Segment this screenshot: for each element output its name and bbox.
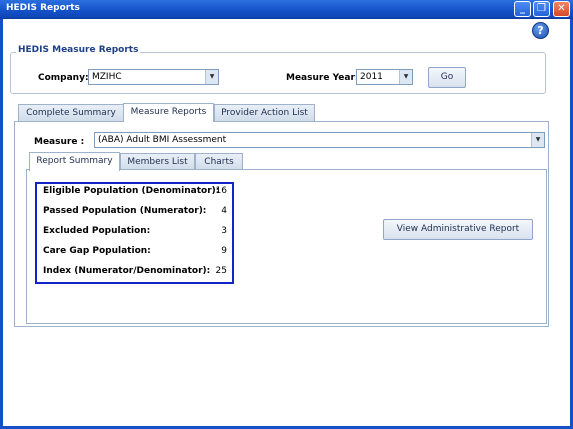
tab-report-summary[interactable]: Report Summary xyxy=(29,152,120,171)
excluded-population-value: 3 xyxy=(221,226,227,236)
view-administrative-report-button[interactable]: View Administrative Report xyxy=(383,219,533,240)
window-titlebar: HEDIS Reports _ ❐ ✕ xyxy=(0,0,573,19)
close-icon: ✕ xyxy=(557,3,566,14)
tab-measure-reports[interactable]: Measure Reports xyxy=(123,103,214,122)
passed-population-value: 4 xyxy=(221,206,227,216)
help-icon[interactable]: ? xyxy=(532,22,549,39)
restore-icon: ❐ xyxy=(537,3,546,14)
measure-year-value: 2011 xyxy=(360,72,383,82)
company-select[interactable]: MZIHC ▼ xyxy=(88,69,219,85)
tab-provider-action-list[interactable]: Provider Action List xyxy=(214,104,315,122)
minimize-button[interactable]: _ xyxy=(514,1,531,17)
index-label: Index (Numerator/Denominator): xyxy=(43,266,211,276)
company-label: Company: xyxy=(38,73,89,83)
group-legend: HEDIS Measure Reports xyxy=(16,45,141,55)
tab-complete-summary[interactable]: Complete Summary xyxy=(18,104,124,122)
measure-label: Measure : xyxy=(34,137,85,147)
restore-button[interactable]: ❐ xyxy=(533,1,550,17)
passed-population-label: Passed Population (Numerator): xyxy=(43,206,207,216)
company-value: MZIHC xyxy=(92,72,122,82)
window-title: HEDIS Reports xyxy=(6,3,80,13)
care-gap-population-value: 9 xyxy=(221,246,227,256)
measure-value: (ABA) Adult BMI Assessment xyxy=(98,135,227,145)
measure-year-label: Measure Year: xyxy=(286,73,359,83)
eligible-population-label: Eligible Population (Denominator): xyxy=(43,186,220,196)
chevron-down-icon[interactable]: ▼ xyxy=(531,133,544,147)
measure-select[interactable]: (ABA) Adult BMI Assessment ▼ xyxy=(94,132,545,148)
eligible-population-value: 16 xyxy=(215,186,227,196)
excluded-population-label: Excluded Population: xyxy=(43,226,151,236)
measure-year-select[interactable]: 2011 ▼ xyxy=(356,69,413,85)
chevron-down-icon[interactable]: ▼ xyxy=(399,70,412,84)
minimize-icon: _ xyxy=(520,3,525,14)
index-value: 25 xyxy=(215,266,227,276)
close-button[interactable]: ✕ xyxy=(553,1,570,17)
chevron-down-icon[interactable]: ▼ xyxy=(205,70,218,84)
go-button[interactable]: Go xyxy=(428,67,466,88)
care-gap-population-label: Care Gap Population: xyxy=(43,246,151,256)
